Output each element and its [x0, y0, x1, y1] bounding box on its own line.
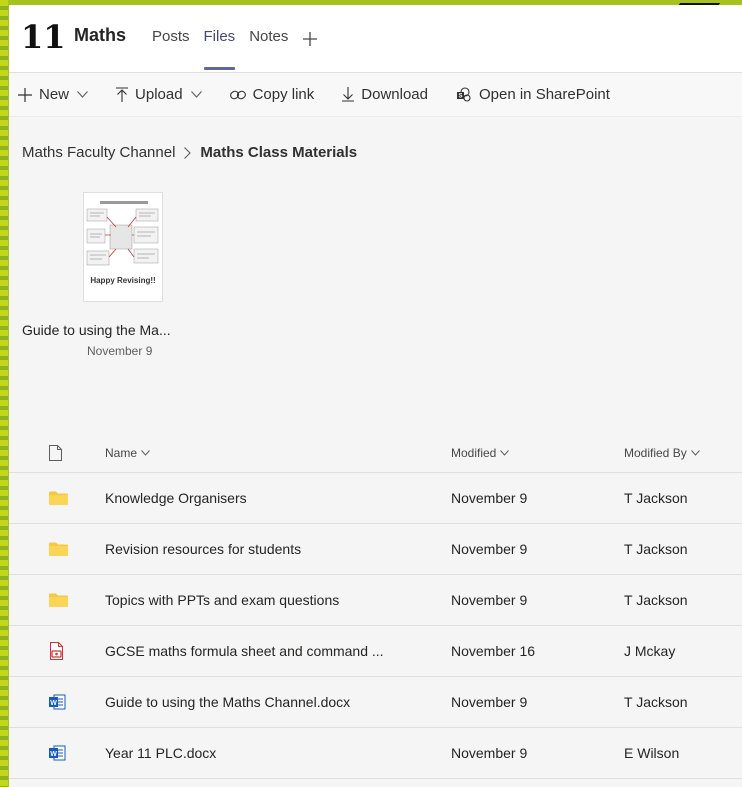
open-in-sharepoint-label: Open in SharePoint	[478, 86, 610, 103]
modified-by: T Jackson	[624, 592, 688, 608]
folder-icon	[49, 593, 68, 607]
list-item[interactable]: W Year 11 PLC.docx November 9 E Wilson	[9, 728, 742, 779]
file-name[interactable]: Year 11 PLC.docx	[105, 745, 451, 761]
link-icon	[229, 89, 246, 101]
modified-by-column-label: Modified By	[624, 445, 687, 460]
modified-date: November 9	[451, 541, 528, 557]
download-icon	[342, 87, 355, 102]
upload-icon	[116, 87, 129, 102]
modified-by: J Mckay	[624, 643, 676, 659]
modified-column-label: Modified	[451, 445, 497, 460]
name-column-label: Name	[105, 445, 138, 460]
list-item[interactable]: Revision resources for students November…	[9, 524, 742, 575]
files-panel: 11 Maths Posts Files Notes New Upload Co…	[9, 5, 742, 787]
modified-date: November 9	[451, 592, 528, 608]
thumbnail-diagram	[86, 208, 159, 266]
open-in-sharepoint-button[interactable]: S Open in SharePoint	[456, 86, 610, 103]
list-item[interactable]: W Guide to using the Maths Channel.docx …	[9, 677, 742, 728]
modified-date: November 9	[451, 694, 528, 710]
sharepoint-icon: S	[456, 86, 472, 103]
row-icon: W	[9, 694, 105, 710]
chevron-down-icon	[141, 449, 150, 456]
new-button[interactable]: New	[18, 86, 88, 103]
plus-icon	[303, 32, 318, 46]
modified-column-header[interactable]: Modified	[451, 446, 624, 460]
chevron-down-icon	[190, 91, 202, 98]
name-column-header[interactable]: Name	[105, 446, 451, 460]
pdf-icon	[50, 642, 63, 660]
download-button[interactable]: Download	[342, 86, 428, 103]
modified-date: November 9	[451, 745, 528, 761]
breadcrumb-parent[interactable]: Maths Faculty Channel	[22, 144, 175, 161]
row-icon	[9, 491, 105, 505]
chevron-down-icon	[500, 449, 510, 456]
modified-date: November 16	[451, 643, 536, 659]
list-item[interactable]: Knowledge Organisers November 9 T Jackso…	[9, 473, 742, 524]
breadcrumb: Maths Faculty Channel Maths Class Materi…	[22, 144, 357, 161]
channel-tabs: Posts Files Notes	[152, 28, 318, 70]
word-doc-icon: W	[49, 745, 66, 761]
modified-by: T Jackson	[624, 490, 688, 506]
svg-text:W: W	[50, 700, 57, 707]
modified-by-column-header[interactable]: Modified By	[624, 446, 742, 460]
list-item[interactable]: GCSE maths formula sheet and command ...…	[9, 626, 742, 677]
modified-by: E Wilson	[624, 745, 680, 761]
document-icon	[49, 444, 62, 461]
chevron-down-icon	[690, 449, 700, 456]
upload-button-label: Upload	[135, 86, 183, 103]
channel-title: Maths	[74, 25, 127, 45]
file-type-column-header[interactable]	[9, 444, 105, 461]
file-tile-date: November 9	[87, 344, 153, 358]
file-name[interactable]: Topics with PPTs and exam questions	[105, 592, 451, 608]
svg-text:W: W	[50, 751, 57, 758]
tab-posts[interactable]: Posts	[152, 28, 190, 53]
modified-date: November 9	[451, 490, 528, 506]
background-frame-left	[0, 0, 8, 787]
copy-link-button[interactable]: Copy link	[229, 86, 315, 103]
row-icon: W	[9, 745, 105, 761]
thumbnail-doc-heading	[100, 201, 148, 204]
thumbnail-caption: Happy Revising!!	[90, 276, 156, 285]
folder-icon	[49, 542, 68, 556]
modified-by: T Jackson	[624, 541, 688, 557]
list-item[interactable]: Topics with PPTs and exam questions Nove…	[9, 575, 742, 626]
copy-link-label: Copy link	[252, 86, 315, 103]
row-icon	[9, 593, 105, 607]
new-button-label: New	[39, 86, 70, 103]
channel-number: 11	[21, 18, 66, 56]
chevron-down-icon	[77, 91, 88, 98]
tab-files[interactable]: Files	[203, 28, 235, 70]
channel-header: 11 Maths Posts Files Notes	[9, 5, 742, 73]
file-name[interactable]: Revision resources for students	[105, 541, 451, 557]
file-list: Name Modified Modified By Knowledge Orga…	[9, 433, 742, 779]
breadcrumb-current: Maths Class Materials	[200, 144, 358, 161]
row-icon	[9, 642, 105, 660]
download-label: Download	[361, 86, 428, 103]
row-icon	[9, 542, 105, 556]
chevron-right-icon	[184, 146, 192, 159]
word-doc-icon: W	[49, 694, 66, 710]
file-tile-name[interactable]: Guide to using the Ma...	[22, 322, 171, 338]
file-name[interactable]: Knowledge Organisers	[105, 490, 451, 506]
list-header-row: Name Modified Modified By	[9, 433, 742, 473]
folder-icon	[49, 491, 68, 505]
file-name[interactable]: Guide to using the Maths Channel.docx	[105, 694, 451, 710]
tab-notes[interactable]: Notes	[249, 28, 288, 53]
file-name[interactable]: GCSE maths formula sheet and command ...	[105, 643, 451, 659]
add-tab-button[interactable]	[302, 23, 318, 53]
modified-by: T Jackson	[624, 694, 688, 710]
file-tile-thumbnail[interactable]: Happy Revising!!	[83, 192, 163, 302]
plus-icon	[18, 87, 32, 102]
upload-button[interactable]: Upload	[116, 86, 202, 103]
files-toolbar: New Upload Copy link Download S Open in …	[9, 73, 742, 117]
svg-text:S: S	[458, 93, 462, 99]
